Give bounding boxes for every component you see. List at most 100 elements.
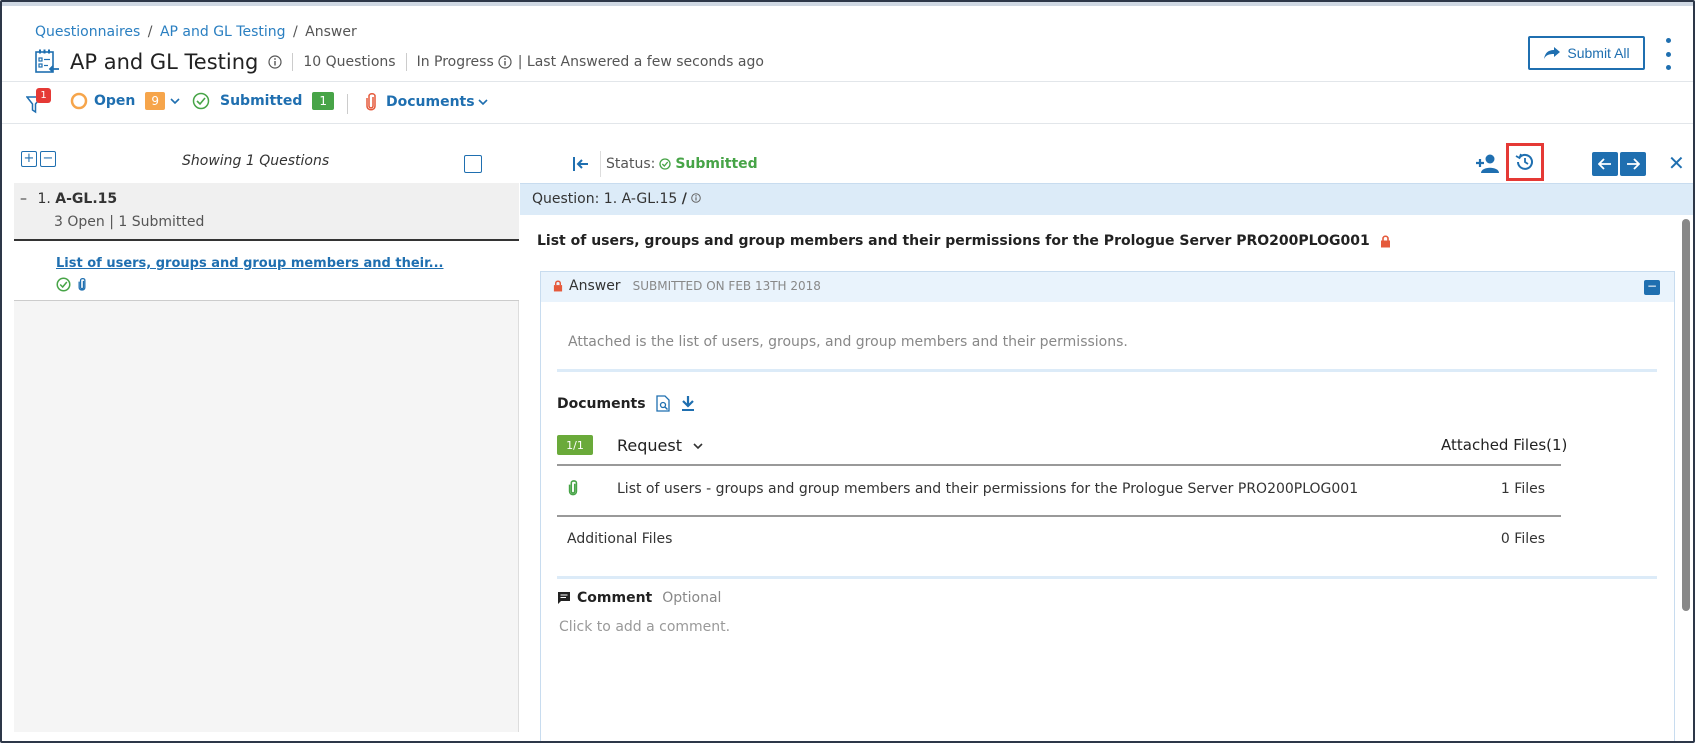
filter-bar: 1 Open 9 Submitted 1 Documents	[2, 82, 1693, 124]
answer-submitted-date: SUBMITTED ON FEB 13TH 2018	[632, 279, 821, 293]
documents-label: Documents	[386, 94, 475, 110]
request-column-header[interactable]: Request	[617, 436, 704, 455]
divider	[557, 464, 1561, 466]
arrow-right-icon	[1627, 158, 1640, 170]
open-label: Open	[94, 93, 136, 109]
chevron-down-icon	[478, 99, 488, 106]
collapse-all-button[interactable]: −	[40, 151, 56, 167]
collapse-answer-button[interactable]: −	[1644, 280, 1660, 295]
filter-count-badge: 1	[36, 88, 51, 103]
previous-question-button[interactable]	[1592, 152, 1618, 176]
filter-submitted[interactable]: Submitted 1	[192, 92, 334, 110]
documents-section-title: Documents	[557, 395, 695, 412]
status-label: Status:	[606, 156, 656, 172]
paperclip-icon	[366, 93, 376, 111]
open-count-badge: 9	[145, 92, 166, 110]
divider	[600, 151, 601, 177]
question-link[interactable]: List of users, groups and group members …	[56, 256, 444, 271]
breadcrumb-separator: /	[147, 24, 153, 40]
table-row[interactable]: Additional Files 0 Files	[557, 517, 1561, 563]
divider	[347, 94, 348, 114]
submitted-count-badge: 1	[312, 92, 334, 110]
download-icon[interactable]	[681, 395, 695, 412]
divider	[405, 53, 407, 71]
documents-title: Documents	[557, 395, 646, 412]
app-frame: Questionnaires / AP and GL Testing / Ans…	[0, 0, 1695, 743]
documents-dropdown[interactable]: Documents	[364, 92, 489, 112]
comment-title: Comment	[577, 590, 653, 606]
document-name: Additional Files	[567, 531, 673, 547]
question-reference-label: Question: 1. A-GL.15	[532, 191, 678, 207]
title-row: AP and GL Testing 10 Questions In Progre…	[34, 47, 764, 77]
list-item[interactable]: List of users, groups and group members …	[14, 241, 519, 301]
close-icon[interactable]: ✕	[1668, 151, 1685, 175]
breadcrumb: Questionnaires / AP and GL Testing / Ans…	[35, 24, 357, 40]
question-group[interactable]: – 1. A-GL.15 3 Open | 1 Submitted	[14, 183, 519, 241]
questionnaire-status: In Progress	[416, 54, 494, 70]
answer-title: Answer	[569, 278, 621, 294]
comment-input[interactable]: Click to add a comment.	[559, 619, 730, 635]
status-value: Submitted	[675, 156, 758, 172]
arrow-left-icon	[1598, 158, 1611, 170]
question-text-label: List of users, groups and group members …	[537, 233, 1370, 249]
assign-user-icon[interactable]	[1475, 151, 1501, 177]
expand-all-button[interactable]: +	[21, 151, 37, 167]
question-list-panel: + − Showing 1 Questions – 1. A-GL.15 3 O…	[14, 147, 519, 732]
status-info-icon[interactable]	[498, 55, 512, 69]
detail-toolbar: Status: Submitted ✕	[520, 143, 1693, 183]
questionnaire-icon	[35, 49, 59, 73]
table-row[interactable]: List of users - groups and group members…	[557, 467, 1561, 513]
check-circle-icon	[56, 277, 71, 292]
comment-icon	[558, 592, 570, 604]
last-answered: | Last Answered a few seconds ago	[517, 54, 764, 70]
divider	[557, 369, 1657, 372]
submit-all-button[interactable]: Submit All	[1528, 36, 1645, 70]
next-question-button[interactable]	[1620, 152, 1646, 176]
divider	[557, 576, 1657, 579]
share-icon	[1544, 47, 1561, 59]
check-circle-icon	[192, 92, 210, 110]
question-list-header: + − Showing 1 Questions	[14, 147, 519, 183]
check-circle-icon	[659, 158, 671, 170]
group-number: 1.	[37, 191, 51, 207]
lock-icon	[553, 280, 563, 292]
attached-files-header: Attached Files(1)	[1441, 436, 1568, 454]
group-collapse-toggle[interactable]: –	[20, 191, 27, 207]
chevron-down-icon	[693, 442, 703, 449]
answer-text: Attached is the list of users, groups, a…	[568, 334, 1128, 350]
answer-card: Answer SUBMITTED ON FEB 13TH 2018 − Atta…	[540, 271, 1675, 741]
group-title: – 1. A-GL.15	[20, 191, 117, 207]
breadcrumb-ap-gl-testing[interactable]: AP and GL Testing	[160, 24, 286, 40]
breadcrumb-questionnaires[interactable]: Questionnaires	[35, 24, 140, 40]
collapse-panel-icon[interactable]	[570, 153, 592, 175]
divider	[292, 53, 294, 71]
history-icon[interactable]	[1506, 143, 1544, 181]
history-clock-icon	[1515, 153, 1533, 170]
group-id: A-GL.15	[55, 191, 118, 207]
info-icon[interactable]	[268, 55, 282, 69]
paperclip-icon	[78, 277, 86, 291]
question-detail-panel: Status: Submitted ✕ Question: 1. A-GL.15…	[520, 143, 1693, 741]
submit-all-label: Submit All	[1567, 45, 1630, 61]
document-search-icon[interactable]	[655, 395, 671, 412]
more-options-icon[interactable]	[1662, 38, 1674, 70]
comment-optional-label: Optional	[662, 590, 722, 606]
question-status-icons	[56, 277, 87, 292]
question-bar: Question: 1. A-GL.15 /	[520, 183, 1693, 215]
question-reference: Question: 1. A-GL.15 /	[532, 191, 702, 207]
breadcrumb-current: Answer	[305, 24, 357, 40]
scrollbar[interactable]	[1682, 219, 1690, 611]
filter-open[interactable]: Open 9	[70, 92, 181, 110]
paperclip-icon	[568, 480, 578, 496]
question-count: 10 Questions	[303, 54, 396, 70]
document-progress-badge: 1/1	[557, 435, 593, 455]
page-header: Questionnaires / AP and GL Testing / Ans…	[2, 6, 1693, 82]
status-indicator: Status: Submitted	[606, 156, 758, 172]
question-text: List of users, groups and group members …	[537, 233, 1391, 249]
chevron-down-icon[interactable]	[169, 95, 181, 107]
breadcrumb-separator: /	[292, 24, 298, 40]
page-title: AP and GL Testing	[70, 50, 259, 74]
select-all-checkbox[interactable]	[464, 155, 482, 173]
info-icon[interactable]	[691, 193, 702, 203]
question-reference-separator: /	[681, 191, 687, 207]
